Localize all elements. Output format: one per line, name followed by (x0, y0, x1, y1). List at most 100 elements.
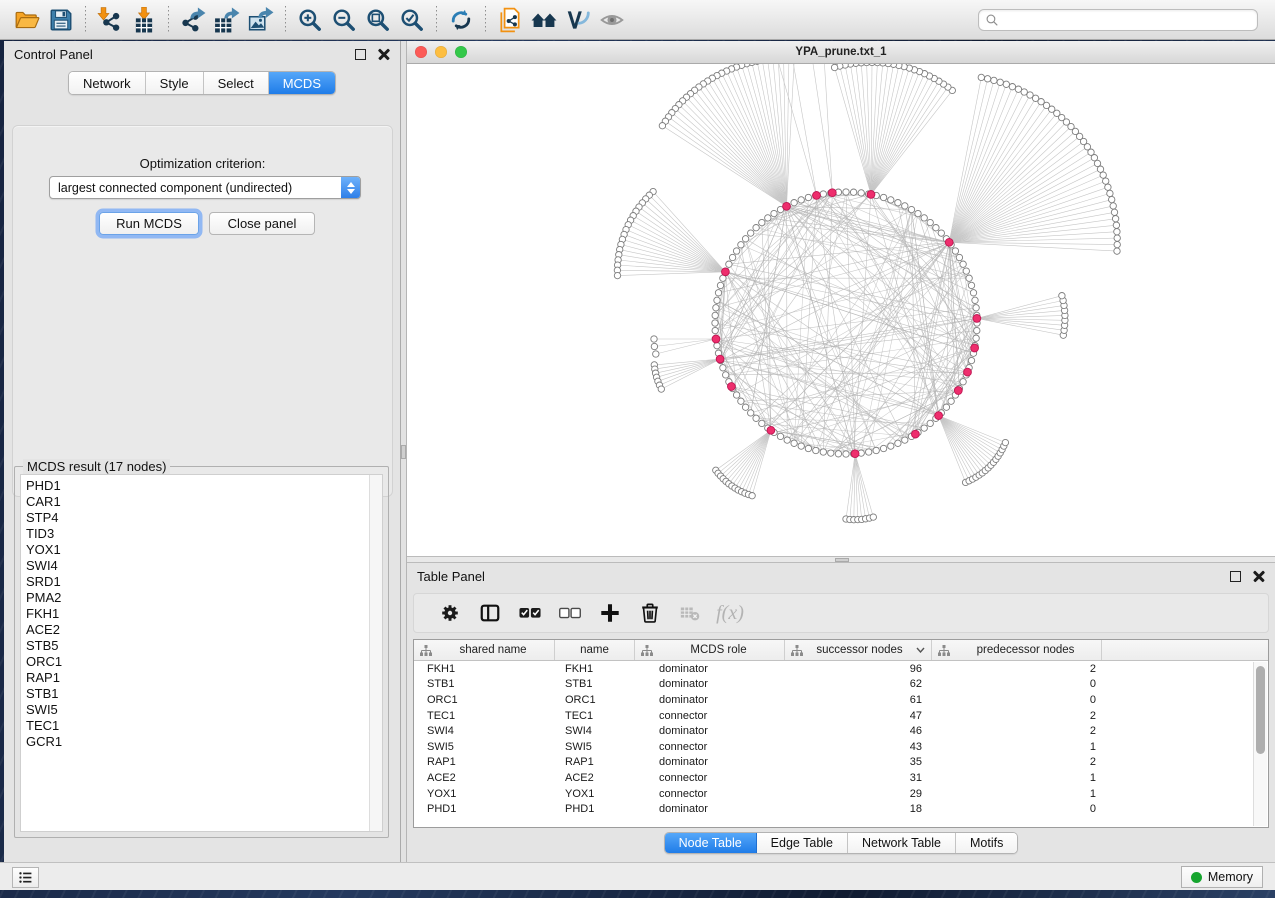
table-row[interactable]: FKH1FKH1dominator962 (414, 661, 1268, 677)
export-image-icon[interactable] (244, 5, 278, 35)
column-header-predecessor-nodes[interactable]: predecessor nodes (932, 640, 1102, 660)
cell-predecessor-nodes[interactable]: 2 (932, 756, 1102, 768)
cell-successor-nodes[interactable]: 35 (785, 756, 932, 768)
cell-MCDS-role[interactable]: connector (635, 741, 785, 753)
share-document-icon[interactable] (493, 5, 527, 35)
mcds-node-item[interactable]: STB1 (21, 686, 382, 702)
mcds-node-item[interactable]: PHD1 (21, 478, 382, 494)
mcds-node-item[interactable]: RAP1 (21, 670, 382, 686)
table-scrollbar[interactable] (1253, 662, 1267, 826)
mcds-node-item[interactable]: CAR1 (21, 494, 382, 510)
cell-predecessor-nodes[interactable]: 2 (932, 710, 1102, 722)
cell-predecessor-nodes[interactable]: 1 (932, 788, 1102, 800)
mcds-node-item[interactable]: GCR1 (21, 734, 382, 750)
mcds-node-item[interactable]: STB5 (21, 638, 382, 654)
cell-successor-nodes[interactable]: 31 (785, 772, 932, 784)
cell-predecessor-nodes[interactable]: 1 (932, 741, 1102, 753)
mcds-node-item[interactable]: ACE2 (21, 622, 382, 638)
cell-predecessor-nodes[interactable]: 0 (932, 678, 1102, 690)
window-close-icon[interactable] (415, 46, 427, 58)
optimization-criterion-select[interactable]: largest connected component (undirected) (49, 176, 361, 199)
mcds-node-item[interactable]: PMA2 (21, 590, 382, 606)
mcds-node-item[interactable]: ORC1 (21, 654, 382, 670)
show-columns-icon[interactable] (470, 599, 510, 627)
cell-MCDS-role[interactable]: connector (635, 788, 785, 800)
mcds-node-item[interactable]: TID3 (21, 526, 382, 542)
add-column-icon[interactable] (590, 599, 630, 627)
cell-MCDS-role[interactable]: connector (635, 710, 785, 722)
cell-name[interactable]: SWI5 (555, 741, 635, 753)
cell-successor-nodes[interactable]: 47 (785, 710, 932, 722)
cell-shared-name[interactable]: YOX1 (414, 788, 555, 800)
table-row[interactable]: RAP1RAP1dominator352 (414, 755, 1268, 771)
table-row[interactable]: ACE2ACE2connector311 (414, 770, 1268, 786)
panel-menu-button[interactable] (12, 867, 39, 888)
memory-button[interactable]: Memory (1181, 866, 1263, 888)
zoom-selected-icon[interactable] (395, 5, 429, 35)
close-table-panel-icon[interactable] (1253, 570, 1265, 582)
column-header-name[interactable]: name (555, 640, 635, 660)
cell-MCDS-role[interactable]: dominator (635, 663, 785, 675)
tab-node-table[interactable]: Node Table (665, 833, 757, 853)
cell-shared-name[interactable]: FKH1 (414, 663, 555, 675)
cell-name[interactable]: ACE2 (555, 772, 635, 784)
mcds-node-item[interactable]: TEC1 (21, 718, 382, 734)
window-zoom-icon[interactable] (455, 46, 467, 58)
tab-network[interactable]: Network (69, 72, 146, 94)
zoom-in-icon[interactable] (293, 5, 327, 35)
cell-successor-nodes[interactable]: 62 (785, 678, 932, 690)
export-network-icon[interactable] (176, 5, 210, 35)
import-network-icon[interactable] (93, 5, 127, 35)
tab-style[interactable]: Style (146, 72, 204, 94)
search-input[interactable] (999, 13, 1257, 27)
cell-MCDS-role[interactable]: dominator (635, 756, 785, 768)
horizontal-splitter[interactable] (407, 556, 1275, 563)
table-row[interactable]: STB1STB1dominator620 (414, 677, 1268, 693)
cell-name[interactable]: STB1 (555, 678, 635, 690)
cell-predecessor-nodes[interactable]: 2 (932, 725, 1102, 737)
close-panel-icon[interactable] (378, 48, 390, 60)
cell-MCDS-role[interactable]: dominator (635, 678, 785, 690)
cell-shared-name[interactable]: ACE2 (414, 772, 555, 784)
refresh-icon[interactable] (444, 5, 478, 35)
cell-predecessor-nodes[interactable]: 0 (932, 803, 1102, 815)
mcds-result-list[interactable]: PHD1CAR1STP4TID3YOX1SWI4SRD1PMA2FKH1ACE2… (20, 474, 383, 832)
tab-network-table[interactable]: Network Table (848, 833, 956, 853)
mcds-node-item[interactable]: SWI4 (21, 558, 382, 574)
vizmap-icon[interactable] (561, 5, 595, 35)
scrollbar-thumb[interactable] (1256, 666, 1265, 754)
export-table-icon[interactable] (210, 5, 244, 35)
zoom-out-icon[interactable] (327, 5, 361, 35)
tab-select[interactable]: Select (204, 72, 269, 94)
zoom-fit-icon[interactable] (361, 5, 395, 35)
table-mode-gear-icon[interactable] (430, 599, 470, 627)
cell-successor-nodes[interactable]: 96 (785, 663, 932, 675)
table-row[interactable]: PHD1PHD1dominator180 (414, 801, 1268, 817)
cell-MCDS-role[interactable]: dominator (635, 725, 785, 737)
cell-name[interactable]: SWI4 (555, 725, 635, 737)
window-minimize-icon[interactable] (435, 46, 447, 58)
cell-successor-nodes[interactable]: 43 (785, 741, 932, 753)
houses-icon[interactable] (527, 5, 561, 35)
tab-mcds[interactable]: MCDS (269, 72, 335, 94)
network-graph[interactable] (407, 64, 1275, 556)
tab-edge-table[interactable]: Edge Table (757, 833, 848, 853)
cell-predecessor-nodes[interactable]: 0 (932, 694, 1102, 706)
open-file-icon[interactable] (10, 5, 44, 35)
cell-successor-nodes[interactable]: 29 (785, 788, 932, 800)
table-row[interactable]: YOX1YOX1connector291 (414, 786, 1268, 802)
cell-MCDS-role[interactable]: connector (635, 772, 785, 784)
table-row[interactable]: SWI4SWI4dominator462 (414, 723, 1268, 739)
table-row[interactable]: TEC1TEC1connector472 (414, 708, 1268, 724)
cell-shared-name[interactable]: PHD1 (414, 803, 555, 815)
save-session-icon[interactable] (44, 5, 78, 35)
network-canvas[interactable] (407, 64, 1275, 556)
cell-predecessor-nodes[interactable]: 1 (932, 772, 1102, 784)
cell-name[interactable]: ORC1 (555, 694, 635, 706)
cell-shared-name[interactable]: TEC1 (414, 710, 555, 722)
mcds-node-item[interactable]: FKH1 (21, 606, 382, 622)
close-panel-button[interactable]: Close panel (209, 212, 315, 235)
cell-name[interactable]: PHD1 (555, 803, 635, 815)
tab-motifs[interactable]: Motifs (956, 833, 1017, 853)
cell-predecessor-nodes[interactable]: 2 (932, 663, 1102, 675)
